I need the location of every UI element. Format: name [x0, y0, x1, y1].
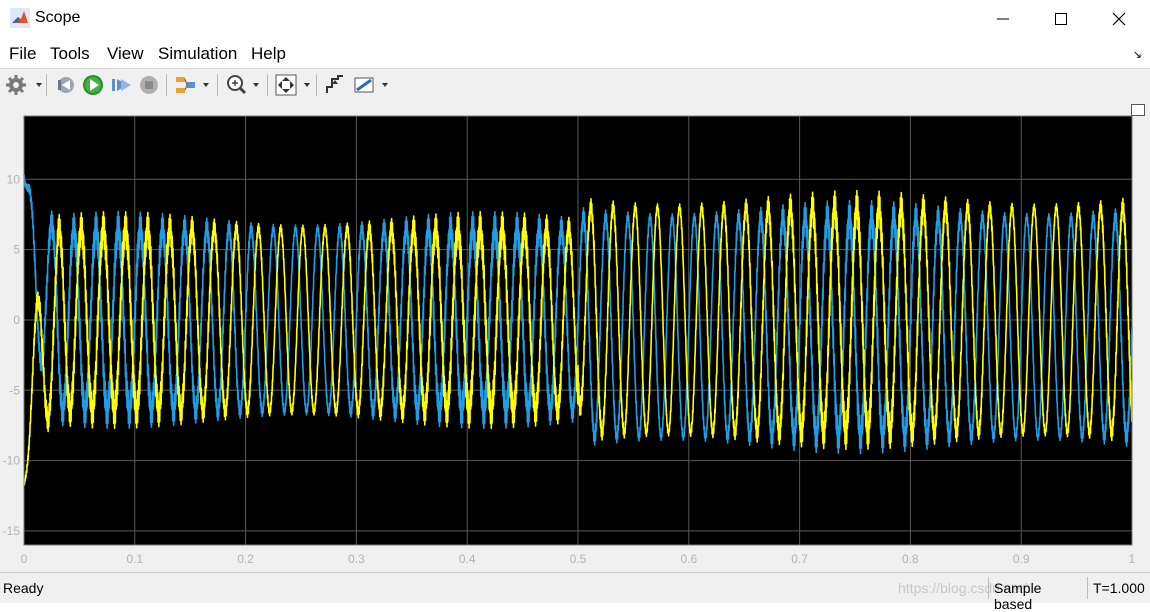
x-tick-label: 0 [21, 552, 28, 566]
step-back-button[interactable] [54, 73, 76, 97]
y-tick-label: 5 [13, 243, 20, 257]
scope-chart[interactable]: 0 0.1 0.2 0.3 0.4 0.5 0.6 0.7 0.8 0.9 1 10 5 0 -5 -10 -… [0, 101, 1150, 572]
y-tick-label: 10 [7, 172, 21, 186]
minimize-icon [997, 18, 1009, 20]
x-tick-label: 0.6 [680, 552, 697, 566]
x-tick-label: 0.8 [902, 552, 919, 566]
signal-selector-button[interactable] [174, 73, 212, 97]
triggers-button[interactable] [324, 73, 346, 97]
simulation-time: T=1.000 [1087, 577, 1147, 599]
menu-view[interactable]: View [107, 44, 144, 64]
menu-file[interactable]: File [9, 44, 36, 64]
run-button[interactable] [82, 73, 104, 97]
dock-arrow-icon[interactable]: ↘ [1133, 48, 1142, 61]
status-text: Ready [3, 580, 44, 596]
step-forward-button[interactable] [110, 73, 132, 97]
measurements-icon [354, 77, 388, 93]
menu-bar: File Tools View Simulation Help ↘ [0, 38, 1150, 68]
gear-icon [6, 75, 42, 95]
run-icon [83, 75, 103, 95]
sample-mode-indicator: Sample based [988, 577, 1087, 612]
x-tick-label: 0.4 [459, 552, 476, 566]
autoscale-icon [275, 74, 310, 96]
x-tick-label: 0.5 [570, 552, 587, 566]
close-button[interactable] [1090, 0, 1148, 38]
scope-display[interactable]: 0 0.1 0.2 0.3 0.4 0.5 0.6 0.7 0.8 0.9 1 10 5 0 -5 -10 -… [0, 101, 1150, 572]
stop-button[interactable] [138, 73, 160, 97]
maximize-icon [1055, 13, 1067, 25]
menu-help[interactable]: Help [251, 44, 286, 64]
x-tick-label: 1 [1129, 552, 1136, 566]
step-back-icon [58, 77, 74, 93]
toolbar-separator [46, 74, 47, 96]
stop-icon [140, 76, 158, 94]
triggers-icon [326, 75, 343, 93]
x-axis-ticks: 0 0.1 0.2 0.3 0.4 0.5 0.6 0.7 0.8 0.9 1 [21, 552, 1136, 566]
toolbar-separator [166, 74, 167, 96]
menu-tools[interactable]: Tools [50, 44, 90, 64]
x-tick-label: 0.3 [348, 552, 365, 566]
matlab-icon [10, 8, 30, 28]
signal-selector-icon [176, 77, 209, 93]
zoom-icon [227, 75, 259, 95]
y-tick-label: -15 [3, 524, 21, 538]
minimize-button[interactable] [974, 0, 1032, 38]
menu-simulation[interactable]: Simulation [158, 44, 237, 64]
toolbar-separator [217, 74, 218, 96]
window-title: Scope [35, 9, 81, 26]
y-tick-label: -10 [3, 454, 21, 468]
maximize-button[interactable] [1032, 0, 1090, 38]
x-tick-label: 0.7 [791, 552, 808, 566]
settings-button[interactable] [6, 73, 44, 97]
y-axis-ticks: 10 5 0 -5 -10 -15 [3, 172, 21, 538]
x-tick-label: 0.1 [126, 552, 143, 566]
x-tick-label: 0.9 [1013, 552, 1030, 566]
title-bar: Scope [0, 0, 1150, 38]
toolbar-separator [316, 74, 317, 96]
autoscale-button[interactable] [274, 73, 314, 97]
y-tick-label: -5 [9, 383, 20, 397]
step-forward-icon [112, 79, 131, 91]
toolbar [0, 68, 1150, 102]
toolbar-separator [267, 74, 268, 96]
zoom-button[interactable] [225, 73, 263, 97]
close-icon [1112, 12, 1126, 26]
x-tick-label: 0.2 [237, 552, 254, 566]
measurements-button[interactable] [352, 73, 392, 97]
y-tick-label: 0 [13, 313, 20, 327]
status-bar: Ready https://blog.csdn.net/... Sample b… [0, 572, 1150, 612]
